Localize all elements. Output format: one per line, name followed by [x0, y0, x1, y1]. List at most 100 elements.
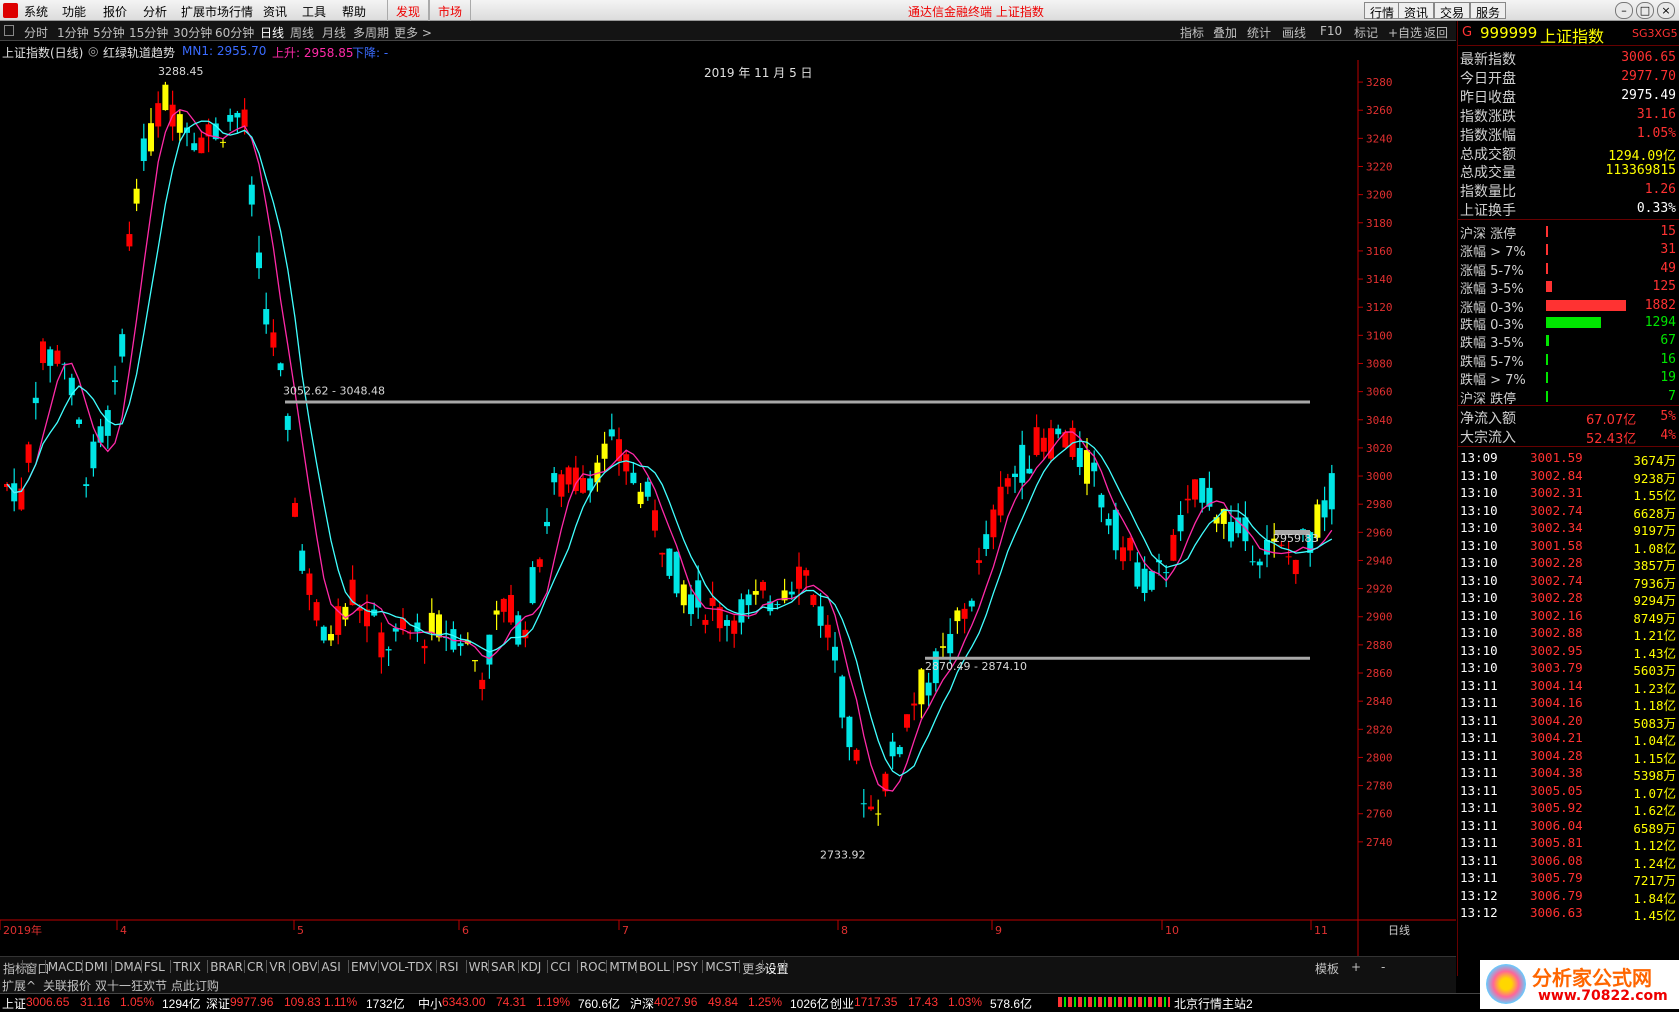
menu-item[interactable]: 扩展市场行情: [181, 3, 253, 20]
chart-tool-button[interactable]: 统计: [1247, 24, 1271, 41]
minimize-icon[interactable]: –: [1615, 2, 1633, 19]
candle-body: [1199, 478, 1206, 503]
ext-item[interactable]: 关联报价: [43, 977, 91, 994]
indicator-tab[interactable]: DMA: [114, 960, 142, 974]
period-tab[interactable]: 更多 >: [394, 24, 432, 41]
top-right-button[interactable]: 资讯: [1398, 2, 1435, 20]
indicator-settings-icon[interactable]: ◎: [88, 44, 98, 58]
indicator-tab[interactable]: CCI: [550, 960, 570, 974]
chart-tool-button[interactable]: 画线: [1282, 24, 1306, 41]
indicator-tab[interactable]: WR: [469, 960, 489, 974]
indicator-tab[interactable]: MACD: [48, 960, 84, 974]
menu-item[interactable]: 功能: [62, 3, 86, 20]
indicator-tab[interactable]: VR: [269, 960, 286, 974]
indicator-tab[interactable]: MCST: [705, 960, 739, 974]
index-name[interactable]: 中小: [418, 995, 442, 1012]
index-name[interactable]: 沪深: [630, 995, 654, 1012]
candlestick-chart[interactable]: 3280 3260 3240 3220 3200 3180 3160 3140 3120 3100…: [0, 60, 1456, 956]
candle-body: [126, 234, 133, 247]
indicator-tab[interactable]: SAR: [491, 960, 515, 974]
candle-body: [313, 602, 320, 621]
period-tab[interactable]: 周线: [290, 24, 314, 41]
chart-tool-button[interactable]: 标记: [1354, 24, 1378, 41]
period-tab[interactable]: 5分钟: [93, 24, 125, 41]
top-right-button[interactable]: 服务: [1470, 2, 1507, 20]
period-tab[interactable]: 30分钟: [173, 24, 212, 41]
period-tab[interactable]: 日线: [260, 24, 284, 41]
indicator-right-button[interactable]: +: [1351, 960, 1361, 974]
stat-value: 31.16: [1636, 106, 1676, 122]
period-tab[interactable]: 60分钟: [215, 24, 254, 41]
candle-body: [788, 591, 795, 595]
menu-market[interactable]: 市场: [429, 0, 472, 21]
tick-price: 3004.14: [1530, 677, 1583, 693]
tick-time: 13:10: [1460, 572, 1498, 588]
indicator-tab[interactable]: ROC: [580, 960, 606, 974]
chart-tool-button[interactable]: F10: [1320, 24, 1342, 38]
fall-label: 跌幅 > 7%: [1460, 373, 1526, 389]
indicator-right-button[interactable]: 模板: [1315, 960, 1339, 977]
index-name[interactable]: 深证: [206, 995, 230, 1012]
fall-label: 跌幅 0-3%: [1460, 318, 1524, 333]
period-tab[interactable]: 月线: [322, 24, 346, 41]
indicator-tab[interactable]: PSY: [676, 960, 698, 974]
indicator-tab[interactable]: KDJ: [521, 960, 542, 974]
close-icon[interactable]: ×: [1657, 2, 1675, 19]
indicator-tab[interactable]: 更多: [742, 960, 766, 977]
indicator-tab[interactable]: MTM: [609, 960, 637, 974]
indicator-tab[interactable]: BRAR: [210, 960, 243, 974]
tick-price: 3005.05: [1530, 782, 1583, 798]
tick-row: 13:10 3002.88 1.21亿: [1458, 623, 1679, 643]
indicator-tab[interactable]: CR: [247, 960, 264, 974]
indicator-tab[interactable]: TRIX: [173, 960, 200, 974]
maximize-icon[interactable]: □: [1636, 2, 1654, 19]
ma-line-magenta: [6, 108, 1333, 792]
rise-row: 涨幅 5-7% 49: [1458, 259, 1679, 279]
menu-item[interactable]: 工具: [302, 3, 326, 20]
indicator-tab[interactable]: BOLL: [639, 960, 670, 974]
candle-body: [1004, 478, 1011, 487]
chart-tool-button[interactable]: +自选: [1388, 24, 1422, 41]
rise-row: 涨幅 0-3% 1882: [1458, 296, 1679, 316]
menu-discover[interactable]: 发现: [387, 0, 430, 21]
menu-item[interactable]: 资讯: [263, 3, 287, 20]
period-tab[interactable]: 15分钟: [129, 24, 168, 41]
indicator-tab[interactable]: ASI: [321, 960, 340, 974]
indicator-tab[interactable]: 指标: [3, 960, 27, 977]
period-tab[interactable]: 分时: [24, 24, 48, 41]
candle-body: [1264, 539, 1270, 555]
chart-tool-button[interactable]: 返回: [1424, 24, 1448, 41]
menu-item[interactable]: 系统: [24, 3, 48, 20]
indicator-right-button[interactable]: -: [1381, 960, 1385, 974]
indicator-tab[interactable]: 窗口: [25, 960, 49, 977]
ext-item[interactable]: 双十一狂欢节 点此订购: [95, 977, 219, 994]
indicator-tab[interactable]: VOL-TDX: [381, 960, 433, 974]
panel-toggle-icon[interactable]: [4, 25, 14, 36]
candle-body: [738, 599, 745, 623]
period-tab[interactable]: 多周期: [353, 24, 389, 41]
index-change: 49.84: [708, 995, 739, 1009]
period-tab[interactable]: 1分钟: [57, 24, 89, 41]
indicator-name[interactable]: 红绿轨道趋势: [103, 44, 175, 61]
top-right-button[interactable]: 行情: [1364, 2, 1401, 20]
indicator-tab[interactable]: DMI: [85, 960, 108, 974]
indicator-tab[interactable]: RSI: [439, 960, 459, 974]
ext-item[interactable]: 扩展^: [2, 977, 36, 994]
chart-tool-button[interactable]: 叠加: [1213, 24, 1237, 41]
candle-body: [968, 600, 975, 607]
indicator-tab[interactable]: 设置: [765, 960, 789, 977]
indicator-tab[interactable]: OBV: [292, 960, 318, 974]
candle-body: [580, 477, 586, 493]
top-right-button[interactable]: 交易: [1434, 2, 1471, 20]
candle-body: [1163, 572, 1170, 574]
menu-item[interactable]: 帮助: [342, 3, 366, 20]
menu-item[interactable]: 报价: [103, 3, 127, 20]
indicator-tab[interactable]: FSL: [144, 960, 165, 974]
tab-separator: [436, 960, 437, 973]
indicator-tab[interactable]: EMV: [351, 960, 377, 974]
chart-tool-button[interactable]: 指标: [1180, 24, 1204, 41]
index-name[interactable]: 上证: [2, 995, 26, 1012]
index-name[interactable]: 创业: [830, 995, 854, 1012]
menu-item[interactable]: 分析: [143, 3, 167, 20]
tick-price: 3002.28: [1530, 590, 1583, 605]
